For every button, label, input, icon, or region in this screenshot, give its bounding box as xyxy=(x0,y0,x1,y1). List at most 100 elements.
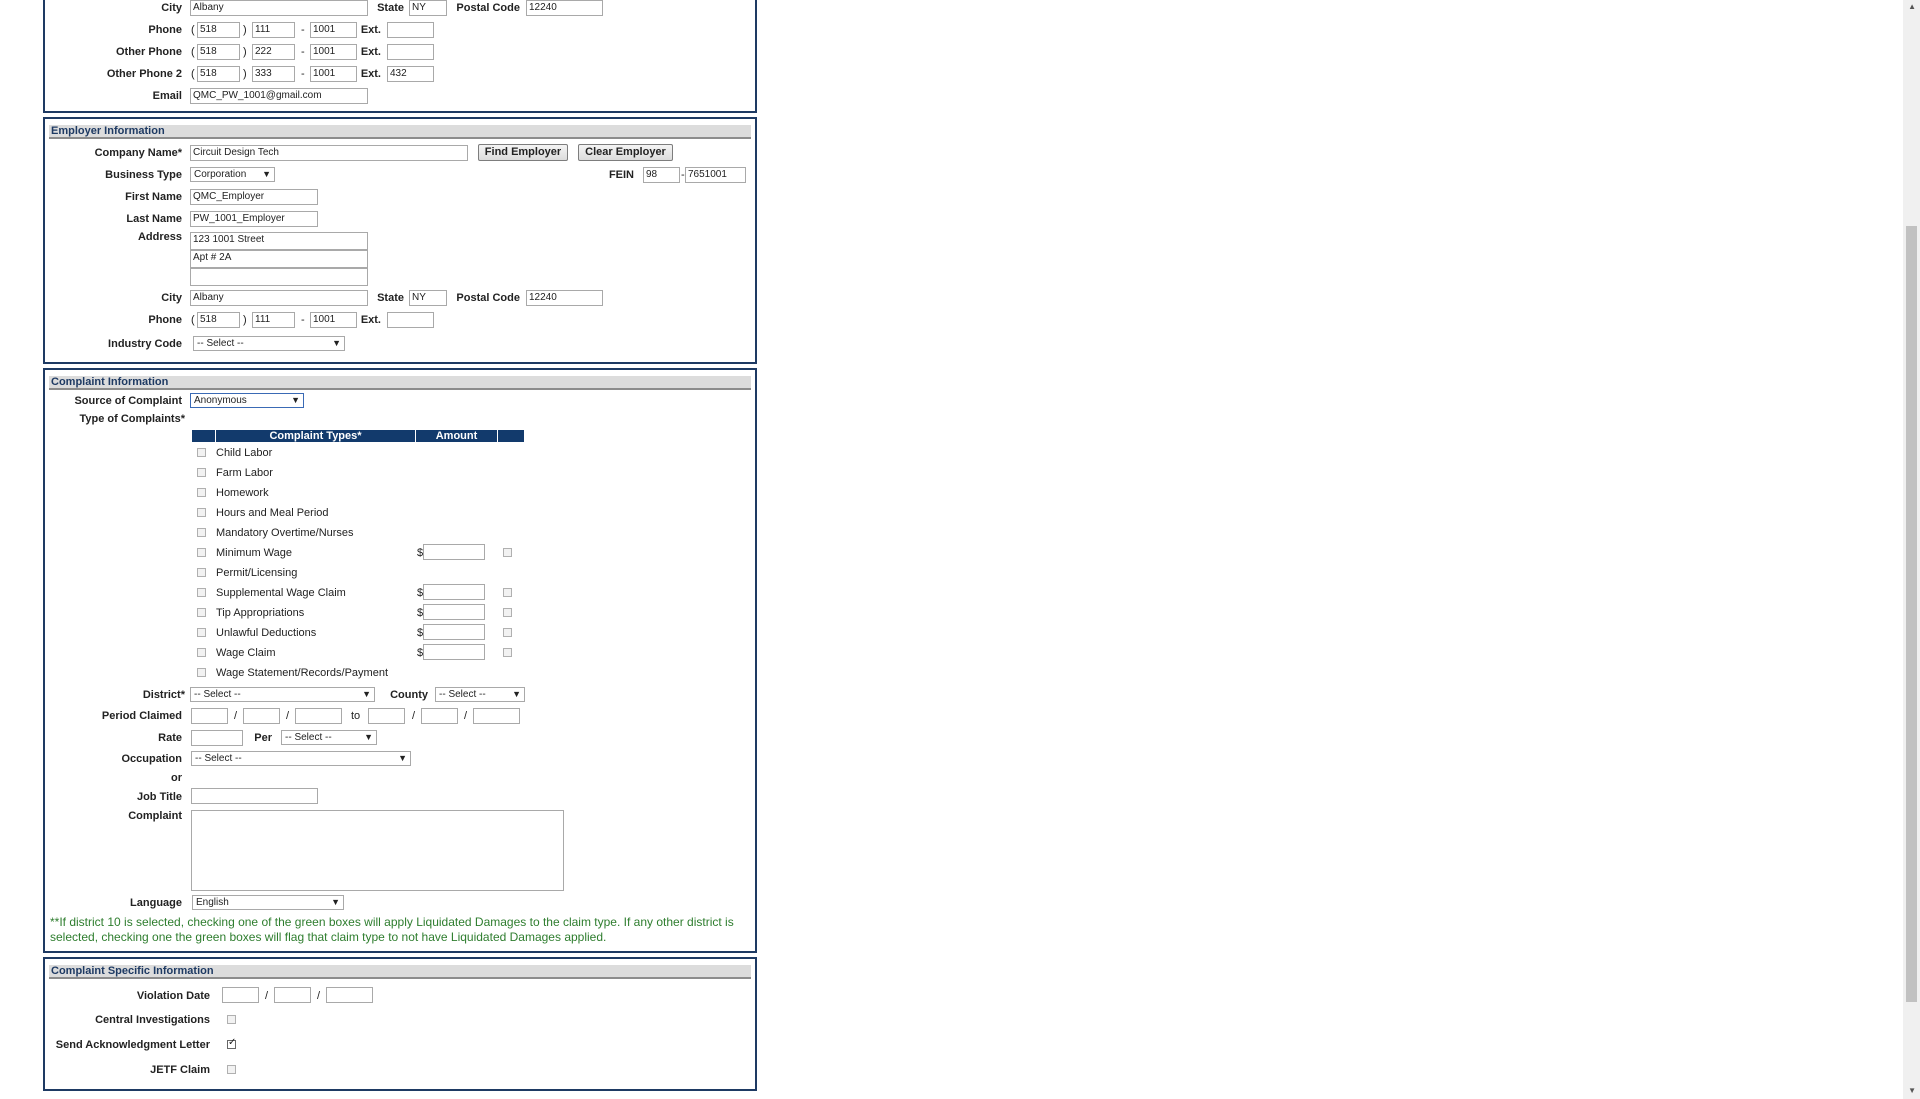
complaint-type-checkbox[interactable] xyxy=(197,608,206,617)
address-line-1-field[interactable]: 123 1001 Street xyxy=(190,232,368,250)
employer-phone-label: Phone xyxy=(148,314,182,326)
liquidated-damages-checkbox[interactable] xyxy=(503,548,512,557)
period-end-year-field[interactable] xyxy=(473,708,520,724)
complaint-type-checkbox[interactable] xyxy=(197,528,206,537)
chevron-down-icon: ▼ xyxy=(362,689,371,699)
company-name-field[interactable]: Circuit Design Tech xyxy=(190,145,468,161)
other-phone-2-prefix-field[interactable]: 333 xyxy=(252,66,295,82)
business-type-select[interactable]: Corporation ▼ xyxy=(190,167,275,182)
complaint-type-checkbox[interactable] xyxy=(197,508,206,517)
other-phone-2-line-field[interactable]: 1001 xyxy=(310,66,357,82)
employer-city-field[interactable]: Albany xyxy=(190,290,368,306)
phone-label: Phone xyxy=(148,24,182,36)
dash: - xyxy=(301,68,305,80)
complaint-type-checkbox[interactable] xyxy=(197,568,206,577)
other-phone-ext-field[interactable] xyxy=(387,44,434,60)
complaint-amount-field[interactable] xyxy=(423,604,485,620)
complaint-type-checkbox[interactable] xyxy=(197,588,206,597)
per-select[interactable]: -- Select -- ▼ xyxy=(281,730,377,745)
violation-month-field[interactable] xyxy=(222,987,259,1003)
complaint-type-checkbox[interactable] xyxy=(197,548,206,557)
find-employer-button[interactable]: Find Employer xyxy=(478,144,568,161)
jetf-claim-checkbox[interactable] xyxy=(227,1065,236,1074)
violation-year-field[interactable] xyxy=(326,987,373,1003)
complaint-amount-field[interactable] xyxy=(423,544,485,560)
clear-employer-button[interactable]: Clear Employer xyxy=(578,144,673,161)
industry-code-label: Industry Code xyxy=(108,338,182,350)
scroll-down-icon[interactable]: ▼ xyxy=(1908,1086,1916,1095)
complaint-type-checkbox[interactable] xyxy=(197,448,206,457)
complaint-type-checkbox[interactable] xyxy=(197,488,206,497)
scrollbar-thumb[interactable] xyxy=(1906,226,1917,1002)
other-phone-area-field[interactable]: 518 xyxy=(197,44,240,60)
complaint-type-label: Homework xyxy=(216,487,269,499)
fein-prefix-field[interactable]: 98 xyxy=(643,167,680,183)
employer-state-field[interactable]: NY xyxy=(409,290,447,306)
liquidated-damages-checkbox[interactable] xyxy=(503,608,512,617)
send-ack-letter-checkbox[interactable] xyxy=(227,1037,236,1049)
employer-state-label: State xyxy=(377,292,404,304)
complaint-type-checkbox[interactable] xyxy=(197,668,206,677)
scroll-up-icon[interactable]: ▲ xyxy=(1908,2,1916,11)
complaint-amount-field[interactable] xyxy=(423,584,485,600)
chevron-down-icon: ▼ xyxy=(291,395,300,405)
last-name-field[interactable]: PW_1001_Employer xyxy=(190,211,318,227)
phone-prefix-field[interactable]: 111 xyxy=(252,22,295,38)
period-start-year-field[interactable] xyxy=(295,708,342,724)
other-phone-prefix-field[interactable]: 222 xyxy=(252,44,295,60)
phone-line-field[interactable]: 1001 xyxy=(310,22,357,38)
address-line-2-field[interactable]: Apt # 2A xyxy=(190,250,368,268)
complaint-amount-field[interactable] xyxy=(423,644,485,660)
liquidated-damages-checkbox[interactable] xyxy=(503,648,512,657)
ext-label: Ext. xyxy=(360,46,381,58)
language-select[interactable]: English ▼ xyxy=(192,895,344,910)
fein-number-field[interactable]: 7651001 xyxy=(685,167,746,183)
complaint-textarea[interactable] xyxy=(191,810,564,891)
period-end-month-field[interactable] xyxy=(368,708,405,724)
period-start-month-field[interactable] xyxy=(191,708,228,724)
email-field[interactable]: QMC_PW_1001@gmail.com xyxy=(190,88,368,104)
liquidated-damages-checkbox[interactable] xyxy=(503,628,512,637)
complaint-text-label: Complaint xyxy=(128,810,182,822)
employer-phone-ext-field[interactable] xyxy=(387,312,434,328)
complaint-type-label: Wage Statement/Records/Payment xyxy=(216,667,389,679)
city-field[interactable]: Albany xyxy=(190,0,368,16)
violation-day-field[interactable] xyxy=(274,987,311,1003)
other-phone-2-ext-field[interactable]: 432 xyxy=(387,66,434,82)
employer-postal-field[interactable]: 12240 xyxy=(526,290,603,306)
chevron-down-icon: ▼ xyxy=(512,689,521,699)
county-select[interactable]: -- Select -- ▼ xyxy=(435,687,525,702)
slash: / xyxy=(464,710,468,722)
postal-code-field[interactable]: 12240 xyxy=(526,0,603,16)
address-line-3-field[interactable] xyxy=(190,268,368,286)
other-phone-line-field[interactable]: 1001 xyxy=(310,44,357,60)
liquidated-damages-checkbox[interactable] xyxy=(503,588,512,597)
complaint-type-checkbox[interactable] xyxy=(197,468,206,477)
business-type-label: Business Type xyxy=(105,169,182,181)
first-name-field[interactable]: QMC_Employer xyxy=(190,189,318,205)
period-start-day-field[interactable] xyxy=(243,708,280,724)
other-phone-label: Other Phone xyxy=(115,46,182,58)
rate-field[interactable] xyxy=(191,730,243,746)
employer-phone-prefix-field[interactable]: 111 xyxy=(252,312,295,328)
slash: / xyxy=(412,710,416,722)
vertical-scrollbar[interactable]: ▲ ▼ xyxy=(1903,0,1920,1099)
complaint-type-checkbox[interactable] xyxy=(197,648,206,657)
source-select[interactable]: Anonymous ▼ xyxy=(190,393,304,408)
state-field[interactable]: NY xyxy=(409,0,447,16)
phone-area-field[interactable]: 518 xyxy=(197,22,240,38)
industry-code-select[interactable]: -- Select -- ▼ xyxy=(193,336,345,351)
central-investigations-checkbox[interactable] xyxy=(227,1015,236,1024)
per-label: Per xyxy=(254,732,272,744)
employer-phone-line-field[interactable]: 1001 xyxy=(310,312,357,328)
complaint-amount-field[interactable] xyxy=(423,624,485,640)
other-phone-2-area-field[interactable]: 518 xyxy=(197,66,240,82)
address-label: Address xyxy=(137,231,182,243)
phone-ext-field[interactable] xyxy=(387,22,434,38)
employer-phone-area-field[interactable]: 518 xyxy=(197,312,240,328)
district-select[interactable]: -- Select -- ▼ xyxy=(190,687,375,702)
occupation-select[interactable]: -- Select -- ▼ xyxy=(191,751,411,766)
job-title-field[interactable] xyxy=(191,788,318,804)
complaint-type-checkbox[interactable] xyxy=(197,628,206,637)
period-end-day-field[interactable] xyxy=(421,708,458,724)
